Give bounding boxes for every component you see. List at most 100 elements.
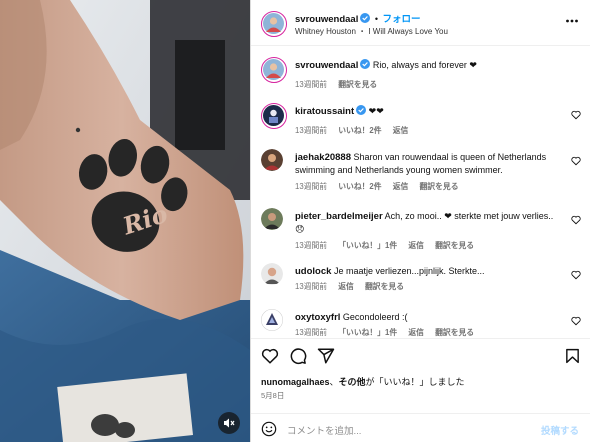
comment-likes[interactable]: 「いいね！」1件 [338,328,397,337]
comment-body: pieter_bardelmeijer Ach, zo mooi.. ❤ ste… [295,210,565,236]
author-avatar[interactable] [261,11,287,37]
action-bar [261,347,581,369]
others-link[interactable]: その他 [339,377,366,387]
verified-badge-icon [360,13,371,23]
speaker-muted-icon [224,418,235,428]
share-send-icon[interactable] [317,347,335,365]
comment-time[interactable]: 13週間前 [295,182,327,191]
verified-badge-icon [360,59,371,69]
avatar-image [263,59,284,80]
comment-likes[interactable]: いいね！2件 [338,126,381,135]
caption-text: svrouwendaal Rio, always and forever ❤ [295,59,565,72]
author-username[interactable]: svrouwendaal [295,14,358,25]
comment-likes[interactable]: いいね！2件 [338,182,381,191]
like-heart-icon[interactable] [261,347,279,365]
commenter-username[interactable]: udolock [295,266,331,277]
comment-body: udolock Je maatje verliezen...pijnlijk. … [295,265,565,278]
header-title-row: svrouwendaal • フォロー [295,11,421,25]
avatar-image [263,105,284,126]
mute-button[interactable] [218,412,240,434]
follow-button[interactable]: フォロー [383,14,421,25]
commenter-avatar[interactable] [261,103,287,129]
see-translation-button[interactable]: 翻訳を見る [435,241,474,250]
comment-like-heart-icon[interactable] [571,316,581,326]
see-translation-button[interactable]: 翻訳を見る [435,328,474,337]
instagram-post-modal: Rio svrouwendaal • フォロー Whitney Houston … [0,0,590,442]
post-date[interactable]: 5月8日 [261,390,284,401]
caption-item: svrouwendaal Rio, always and forever ❤ 1… [251,57,590,99]
see-translation-button[interactable]: 翻訳を見る [365,282,404,291]
caption-avatar[interactable] [261,57,287,83]
comment-text: Je maatje verliezen...pijnlijk. Sterkte.… [333,266,485,276]
commenter-username[interactable]: pieter_bardelmeijer [295,211,383,222]
post-media[interactable]: Rio [0,0,250,442]
avatar-image [261,309,283,331]
commenter-avatar[interactable] [261,263,283,285]
comment-time[interactable]: 13週間前 [295,282,327,291]
commenter-avatar[interactable] [261,309,283,331]
comment-time[interactable]: 13週間前 [295,126,327,135]
comment-bubble-icon[interactable] [289,347,307,365]
emoji-icon[interactable] [261,421,277,437]
likes-summary: nunomagalhaes、その他が「いいね！」しました [261,375,465,388]
liker-username[interactable]: nunomagalhaes [261,377,330,387]
commenter-avatar[interactable] [261,208,283,230]
post-side-panel: svrouwendaal • フォロー Whitney Houston ・ I … [250,0,590,442]
likes-separator: 、 [329,377,339,387]
comment-meta: 13週間前 いいね！2件 返信 [295,125,417,136]
comment-item: pieter_bardelmeijer Ach, zo mooi.. ❤ ste… [251,208,590,264]
avatar-image [261,208,283,230]
reply-button[interactable]: 返信 [393,126,409,135]
likes-suffix: が「いいね！」しました [365,377,465,387]
comment-like-heart-icon[interactable] [571,156,581,166]
comment-item: jaehak20888 Sharon van rouwendaal is que… [251,149,590,205]
see-translation-button[interactable]: 翻訳を見る [420,182,459,191]
reply-button[interactable]: 返信 [393,182,409,191]
comment-like-heart-icon[interactable] [571,110,581,120]
comment-meta: 13週間前 「いいね！」1件 返信 翻訳を見る [295,240,483,251]
reply-button[interactable]: 返信 [408,328,424,337]
comment-body: oxytoxyfrl Gecondoleerd :( [295,311,565,324]
comment-body: jaehak20888 Sharon van rouwendaal is que… [295,151,565,177]
comment-like-heart-icon[interactable] [571,270,581,280]
post-actions: nunomagalhaes、その他が「いいね！」しました 5月8日 コメントを追… [251,338,590,442]
separator-dot: • [374,14,379,24]
comment-body: kiratoussaint ❤❤ [295,105,565,118]
comment-meta: 13週間前 「いいね！」1件 返信 翻訳を見る [295,327,483,337]
post-header: svrouwendaal • フォロー Whitney Houston ・ I … [251,0,590,46]
more-options-icon[interactable] [565,14,579,28]
commenter-avatar[interactable] [261,149,283,171]
comment-item: oxytoxyfrl Gecondoleerd :( 13週間前 「いいね！」1… [251,309,590,337]
caption-username[interactable]: svrouwendaal [295,60,358,71]
music-label[interactable]: Whitney Houston ・ I Will Always Love You [295,26,448,37]
commenter-username[interactable]: oxytoxyfrl [295,312,340,323]
avatar-image [261,263,283,285]
comment-like-heart-icon[interactable] [571,215,581,225]
comment-meta: 13週間前 いいね！2件 返信 翻訳を見る [295,181,468,192]
reply-button[interactable]: 返信 [338,282,354,291]
avatar-image [263,13,284,34]
comment-text: ❤❤ [368,106,384,116]
reply-button[interactable]: 返信 [408,241,424,250]
comment-time[interactable]: 13週間前 [295,241,327,250]
comment-input[interactable]: コメントを追加... [287,423,361,437]
verified-badge-icon [356,105,367,115]
comment-likes[interactable]: 「いいね！」1件 [338,241,397,250]
see-translation-button[interactable]: 翻訳を見る [338,80,377,89]
comment-time[interactable]: 13週間前 [295,328,327,337]
comment-composer: コメントを追加... 投稿する [251,413,590,442]
tattoo-photo: Rio [0,0,250,442]
comment-item: udolock Je maatje verliezen...pijnlijk. … [251,263,590,303]
commenter-username[interactable]: jaehak20888 [295,152,351,163]
caption-time[interactable]: 13週間前 [295,80,327,89]
caption-body: Rio, always and forever ❤ [372,60,477,70]
caption-meta: 13週間前 翻訳を見る [295,79,386,90]
save-bookmark-icon[interactable] [564,347,581,365]
avatar-image [261,149,283,171]
comment-meta: 13週間前 返信 翻訳を見る [295,281,413,292]
post-comment-button[interactable]: 投稿する [541,423,579,437]
comment-text: Gecondoleerd :( [342,312,408,322]
comment-item: kiratoussaint ❤❤ 13週間前 いいね！2件 返信 [251,103,590,147]
comments-list[interactable]: svrouwendaal Rio, always and forever ❤ 1… [251,47,590,337]
commenter-username[interactable]: kiratoussaint [295,106,354,117]
